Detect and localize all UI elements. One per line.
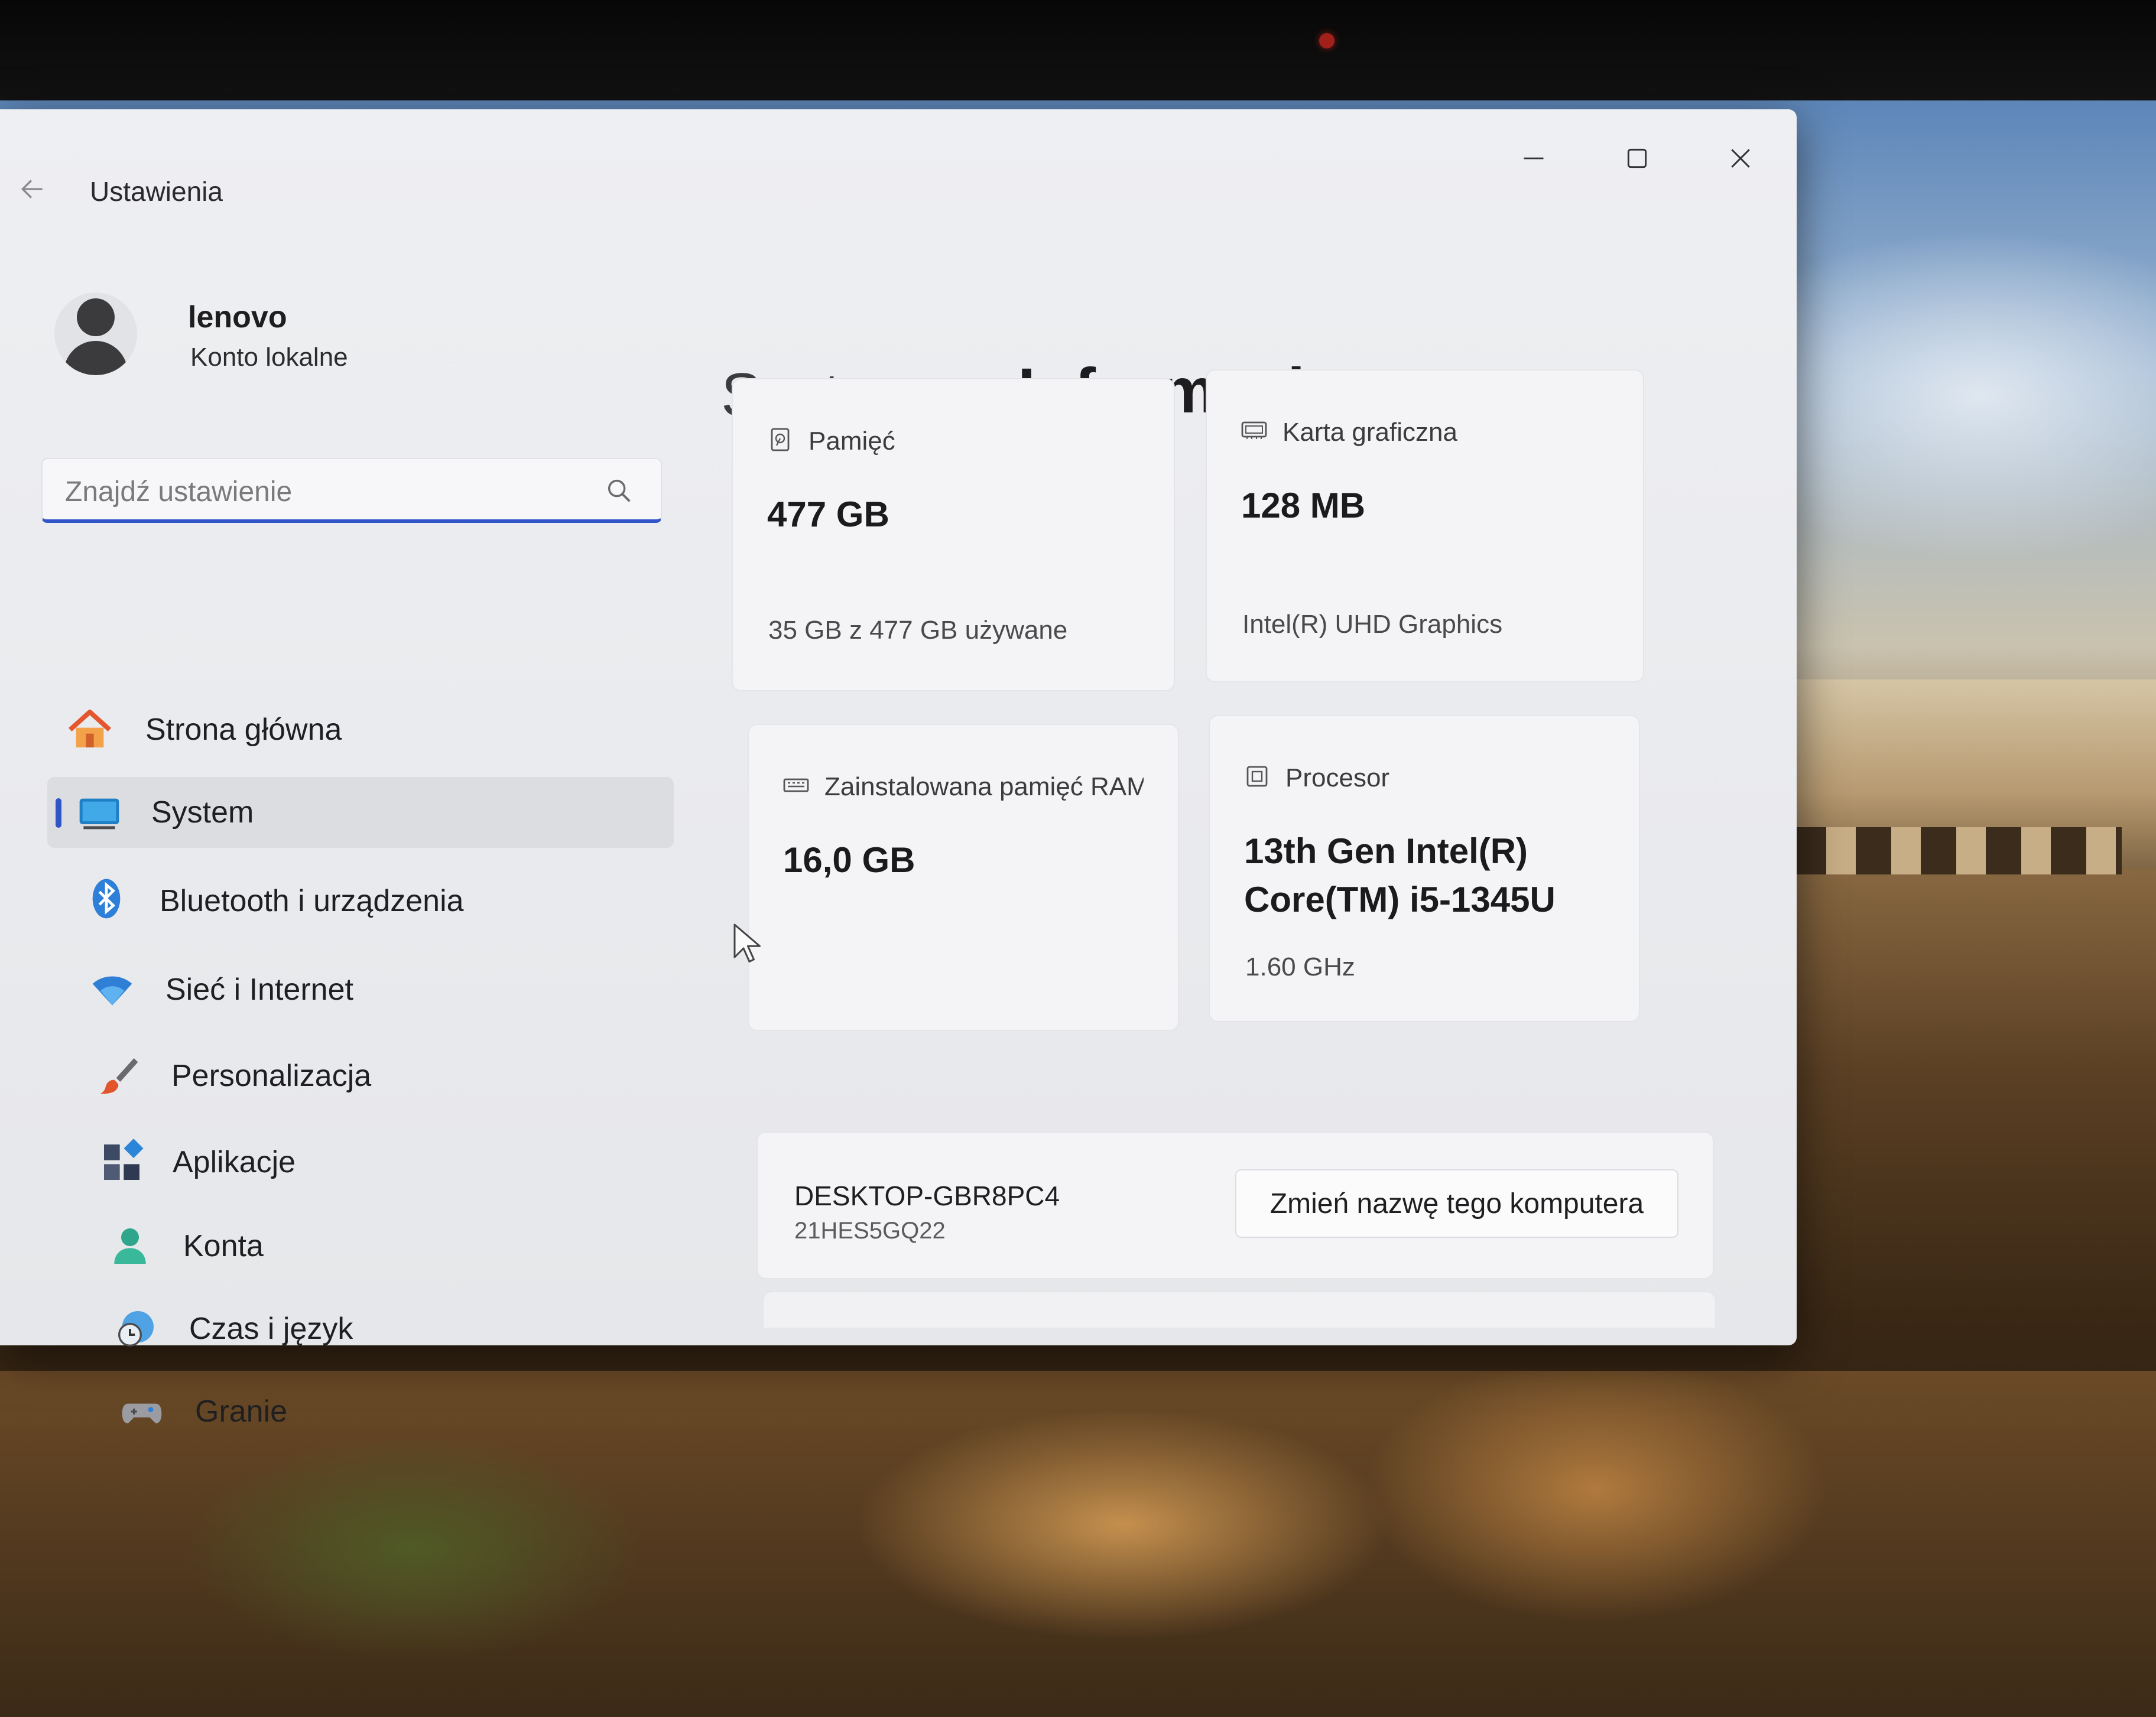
next-section-edge bbox=[762, 1291, 1716, 1328]
sidebar-item-label: Strona główna bbox=[145, 713, 342, 747]
avatar[interactable] bbox=[54, 292, 137, 375]
storage-value: 477 GB bbox=[767, 495, 889, 534]
cpu-value: 13th Gen Intel(R) Core(TM) i5-1345U bbox=[1244, 831, 1556, 919]
sidebar-item-label: Aplikacje bbox=[173, 1145, 296, 1179]
device-model: 21HES5GQ22 bbox=[794, 1218, 946, 1244]
sidebar-item-label: Czas i język bbox=[189, 1312, 353, 1346]
ram-icon bbox=[783, 778, 809, 792]
sidebar-item-network[interactable]: Sieć i Internet bbox=[59, 954, 686, 1025]
window-title: Ustawienia bbox=[90, 176, 223, 207]
sidebar-item-gaming[interactable]: Granie bbox=[89, 1376, 715, 1447]
storage-title: Pamięć bbox=[808, 427, 895, 456]
cpu-card: Procesor 13th Gen Intel(R) Core(TM) i5-1… bbox=[1209, 715, 1640, 1022]
gamepad-icon bbox=[122, 1403, 162, 1423]
search-icon[interactable] bbox=[604, 476, 635, 506]
bluetooth-icon bbox=[92, 879, 121, 919]
ram-title: Zainstalowana pamięć RAM bbox=[824, 772, 1144, 801]
home-icon bbox=[68, 710, 112, 747]
sidebar-item-label: Granie bbox=[195, 1394, 288, 1429]
sidebar-item-label: Konta bbox=[183, 1229, 264, 1263]
sidebar-item-home[interactable]: Strona główna bbox=[47, 694, 674, 765]
webcam-indicator bbox=[1319, 33, 1334, 48]
avatar-body bbox=[64, 341, 128, 375]
maximize-button[interactable] bbox=[1593, 126, 1681, 191]
sidebar-item-label: Sieć i Internet bbox=[165, 973, 353, 1007]
maximize-icon bbox=[1627, 148, 1647, 168]
sidebar-item-system[interactable]: System bbox=[47, 777, 674, 848]
search-input[interactable] bbox=[64, 473, 586, 510]
time-language-icon bbox=[118, 1311, 154, 1347]
system-icon bbox=[79, 798, 119, 830]
account-name: lenovo bbox=[188, 300, 287, 334]
title-bar: Ustawienia bbox=[0, 109, 1797, 207]
brush-icon bbox=[100, 1058, 138, 1094]
rename-pc-button[interactable]: Zmień nazwę tego komputera bbox=[1235, 1169, 1678, 1238]
cpu-detail: 1.60 GHz bbox=[1245, 952, 1355, 981]
search-box[interactable] bbox=[41, 458, 662, 523]
gpu-card: Karta graficzna 128 MB Intel(R) UHD Grap… bbox=[1206, 369, 1644, 682]
cpu-title: Procesor bbox=[1285, 763, 1390, 792]
storage-card: Pamięć 477 GB 35 GB z 477 GB używane bbox=[732, 378, 1175, 691]
minimize-icon bbox=[1524, 157, 1544, 160]
gpu-detail: Intel(R) UHD Graphics bbox=[1242, 610, 1503, 639]
account-icon bbox=[114, 1228, 146, 1264]
gpu-icon bbox=[1241, 421, 1267, 439]
ram-value: 16,0 GB bbox=[783, 840, 915, 880]
account-type: Konto lokalne bbox=[190, 343, 348, 372]
settings-window: Ustawienia lenovo Konto lokalne Znajdź u… bbox=[0, 109, 1797, 1429]
storage-icon bbox=[771, 428, 790, 451]
avatar-head bbox=[77, 298, 115, 336]
device-name: DESKTOP-GBR8PC4 bbox=[794, 1181, 1060, 1211]
cpu-icon bbox=[1246, 766, 1268, 787]
sidebar-item-time-language[interactable]: Czas i język bbox=[83, 1293, 709, 1364]
back-arrow-icon bbox=[21, 180, 43, 199]
ram-card: Zainstalowana pamięć RAM 16,0 GB bbox=[748, 724, 1179, 1031]
wifi-icon bbox=[92, 976, 132, 1006]
storage-detail: 35 GB z 477 GB używane bbox=[768, 616, 1068, 645]
device-name-row: DESKTOP-GBR8PC4 21HES5GQ22 Zmień nazwę t… bbox=[756, 1131, 1714, 1279]
minimize-button[interactable] bbox=[1489, 126, 1578, 191]
gpu-value: 128 MB bbox=[1241, 486, 1366, 525]
gpu-title: Karta graficzna bbox=[1282, 418, 1457, 447]
sidebar-item-apps[interactable]: Aplikacje bbox=[71, 1127, 697, 1198]
active-indicator bbox=[56, 798, 61, 828]
sidebar-item-bluetooth[interactable]: Bluetooth i urządzenia bbox=[53, 866, 680, 936]
sidebar-item-personalization[interactable]: Personalizacja bbox=[65, 1040, 691, 1111]
close-icon bbox=[1731, 149, 1750, 168]
sidebar-item-label: Personalizacja bbox=[171, 1059, 372, 1093]
mouse-cursor-icon bbox=[733, 923, 761, 962]
apps-icon bbox=[104, 1139, 144, 1180]
sidebar-item-label: Bluetooth i urządzenia bbox=[160, 884, 464, 918]
back-button[interactable] bbox=[12, 168, 53, 210]
sidebar-item-accounts[interactable]: Konta bbox=[77, 1211, 703, 1282]
close-button[interactable] bbox=[1696, 126, 1785, 191]
wallpaper-arches bbox=[1791, 827, 2122, 874]
sidebar-item-label: System bbox=[151, 795, 254, 830]
